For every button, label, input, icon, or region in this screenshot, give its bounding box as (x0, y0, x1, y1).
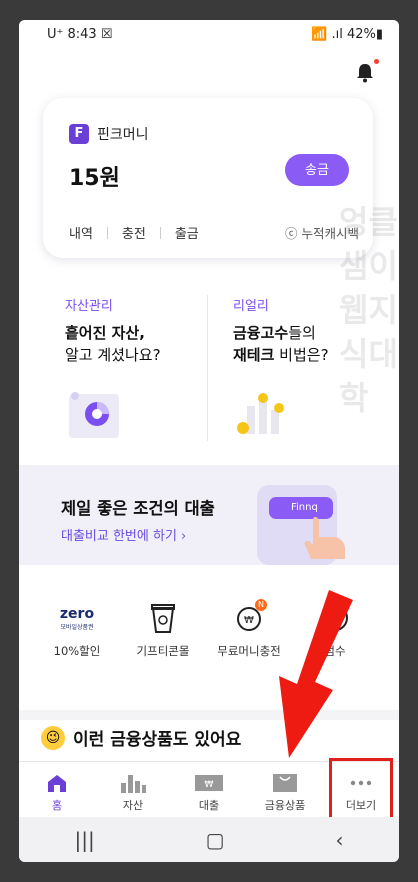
status-time: U⁺ 8:43 ☒ (47, 27, 113, 42)
loan-banner[interactable]: 제일 좋은 조건의 대출 대출비교 한번에 하기 › Finnq (19, 465, 399, 565)
promo-title: 흩어진 자산, 알고 계셨나요? (65, 322, 195, 366)
bag-icon (247, 772, 323, 794)
quick-zeropay[interactable]: zero 모바일상품권 10%할인 (37, 601, 117, 659)
card-brand: F 핀크머니 (69, 124, 149, 144)
pinkmoney-card[interactable]: F 핀크머니 15원 송금 내역 충전 출금 ⓒ 누적캐시백 (43, 98, 373, 258)
tab-label: 홈 (51, 799, 63, 812)
suggest-heading: 😉 이런 금융상품도 있어요 (41, 725, 241, 750)
charge-link[interactable]: 충전 (122, 223, 146, 242)
back-button[interactable]: ‹ (336, 828, 344, 852)
loan-title: 제일 좋은 조건의 대출 (61, 499, 215, 518)
zero-logo-sub: 모바일상품권 (60, 623, 94, 631)
promo-title-line2: 알고 계셨나요? (65, 346, 161, 364)
tab-products[interactable]: 금융상품 (247, 762, 323, 817)
tab-label: 금융상품 (264, 799, 306, 812)
notification-dot (374, 59, 379, 64)
promo-divider (207, 295, 208, 441)
loan-compare-link[interactable]: 대출비교 한번에 하기 › (61, 525, 186, 544)
notification-bell-icon[interactable] (355, 58, 379, 86)
asset-chart-icon (69, 392, 119, 438)
tab-assets[interactable]: 자산 (95, 762, 171, 817)
chart-icon (95, 772, 171, 794)
suggest-title: 이런 금융상품도 있어요 (73, 730, 242, 750)
status-indicators: 📶 .ıl 42%▮ (311, 27, 383, 42)
svg-text:₩: ₩ (205, 780, 214, 790)
promo-title-bold: 금융고수 (233, 324, 289, 342)
withdraw-link[interactable]: 출금 (175, 223, 199, 242)
divider (159, 226, 161, 239)
tab-loan[interactable]: ₩ 대출 (171, 762, 247, 817)
history-link[interactable]: 내역 (69, 223, 93, 242)
divider (106, 226, 108, 239)
zero-pay-icon: zero 모바일상품권 (37, 601, 117, 635)
card-nav: 내역 충전 출금 ⓒ 누적캐시백 (69, 223, 359, 242)
balance-amount: 15원 (69, 166, 120, 191)
wink-emoji-icon: 😉 (41, 725, 65, 750)
tab-label: 대출 (198, 799, 220, 812)
promo-tag: 자산관리 (65, 299, 113, 314)
system-nav-bar: ||| ▢ ‹ (19, 817, 399, 862)
loan-icon: ₩ (171, 772, 247, 794)
promo-title-bold2: 재테크 (233, 346, 275, 364)
promo-asset[interactable]: 자산관리 흩어진 자산, 알고 계셨나요? (65, 295, 195, 465)
highlight-box (329, 758, 393, 822)
recent-apps-button[interactable]: ||| (74, 828, 94, 852)
coins-icon (237, 393, 284, 434)
phone-screen: U⁺ 8:43 ☒ 📶 .ıl 42%▮ F 핀크머니 15원 송금 내역 충전 (19, 20, 399, 862)
tab-home[interactable]: 홈 (19, 762, 95, 817)
status-bar: U⁺ 8:43 ☒ 📶 .ıl 42%▮ (19, 20, 399, 52)
red-arrow-icon (279, 590, 353, 758)
pointing-hand-icon (304, 517, 345, 559)
tab-label: 자산 (122, 799, 144, 812)
quick-label: 기프티콘몰 (136, 644, 190, 658)
promo-title-rest: 들의 (288, 324, 316, 342)
finnq-logo-icon: F (69, 124, 89, 144)
promo-title-rest2: 비법은? (274, 346, 329, 364)
svg-text:₩: ₩ (244, 615, 254, 626)
card-brand-name: 핀크머니 (97, 127, 149, 143)
quick-label: 10%할인 (53, 644, 101, 658)
zero-logo: zero (59, 605, 95, 622)
gift-cup-icon (123, 601, 203, 635)
send-button[interactable]: 송금 (285, 154, 349, 186)
quick-gifticon[interactable]: 기프티콘몰 (123, 601, 203, 659)
new-badge: N (255, 599, 267, 611)
watermark: 엉클샘이웹지식대학 (339, 203, 398, 417)
promo-title-line1: 흩어진 자산, (65, 324, 145, 342)
home-button[interactable]: ▢ (206, 828, 225, 852)
home-icon (19, 772, 95, 794)
